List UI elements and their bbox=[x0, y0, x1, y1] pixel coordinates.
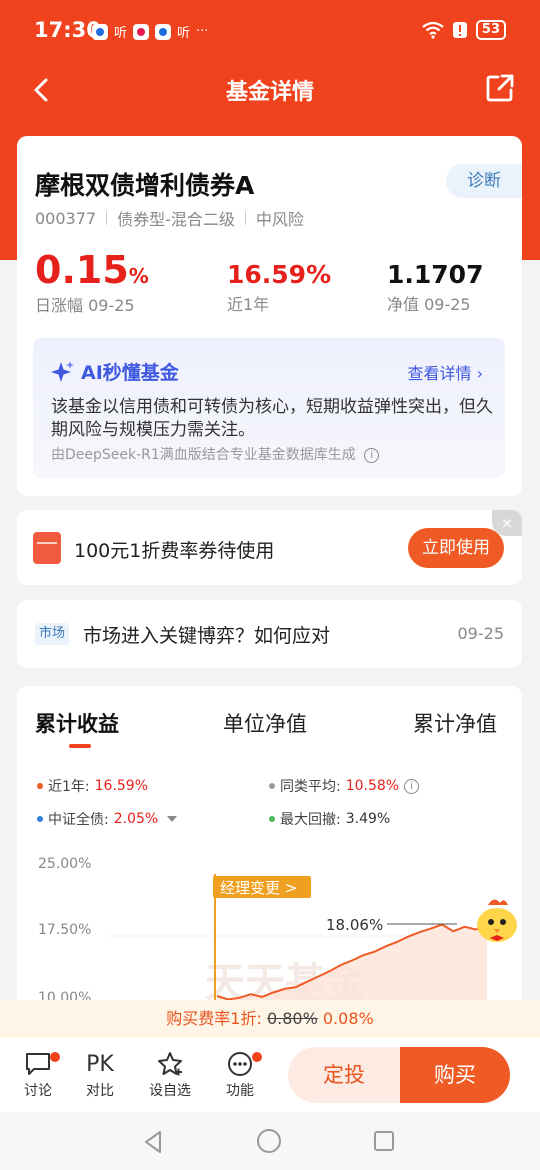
info-icon: i bbox=[364, 447, 380, 463]
nav-bar: 基金详情 bbox=[0, 62, 540, 118]
legend-drawdown: 最大回撤: 3.49% bbox=[269, 809, 390, 829]
notification-dot bbox=[50, 1052, 60, 1062]
app-notification-icon bbox=[155, 23, 172, 40]
nav-label: 净值 09-25 bbox=[387, 295, 471, 314]
ai-body-text: 该基金以信用债和可转债为核心，短期收益弹性突出，但久期风险与规模压力需关注。 bbox=[51, 397, 493, 440]
alert-icon bbox=[452, 22, 467, 38]
dropdown-icon bbox=[167, 816, 178, 822]
chat-icon bbox=[26, 1053, 50, 1075]
fund-code: 000377 bbox=[35, 208, 97, 228]
year-return-label: 近1年 bbox=[227, 295, 270, 314]
chevron-right-icon: › bbox=[476, 364, 483, 383]
close-icon[interactable]: × bbox=[492, 510, 522, 536]
news-title: 市场进入关键博弈？如何应对 bbox=[83, 625, 331, 647]
y-tick-label: 17.50% bbox=[38, 922, 91, 938]
fund-card: 摩根双债增利债券A 诊断 000377 债券型-混合二级 中风险 0.15% 日… bbox=[17, 136, 522, 496]
nav-metric: 1.1707 净值 09-25 bbox=[387, 248, 483, 315]
active-tab-indicator bbox=[69, 744, 91, 748]
tab-cumulative-return[interactable]: 累计收益 bbox=[35, 708, 119, 738]
fee-new: 0.08% bbox=[322, 1009, 374, 1028]
battery-icon: 53 bbox=[475, 20, 506, 40]
red-envelope-icon bbox=[33, 532, 61, 564]
legend-dot bbox=[37, 816, 43, 822]
coupon-card: 100元1折费率券待使用 立即使用 × bbox=[17, 510, 522, 585]
status-bar: 17:30 听 听 ··· 53 bbox=[0, 0, 540, 62]
ai-footer: 由DeepSeek-R1满血版结合专业基金数据库生成 i bbox=[51, 444, 380, 464]
legend-year: 近1年: 16.59% bbox=[37, 776, 148, 796]
ai-detail-link[interactable]: 查看详情 › bbox=[407, 360, 483, 384]
news-tag: 市场 bbox=[35, 623, 70, 645]
daily-change-label: 日涨幅 09-25 bbox=[35, 296, 135, 315]
manager-change-label: 经理变更 > bbox=[220, 879, 297, 897]
system-nav-bar bbox=[0, 1112, 540, 1170]
app-notification-icon bbox=[133, 23, 150, 40]
more-icon bbox=[228, 1052, 252, 1076]
ai-title: AI秒懂基金 bbox=[51, 358, 179, 385]
system-recent-icon[interactable] bbox=[374, 1131, 394, 1151]
year-return-value: 16.59% bbox=[227, 260, 332, 289]
legend-dot bbox=[269, 816, 275, 822]
status-right: 53 bbox=[422, 20, 506, 40]
fee-label: 购买费率1折: bbox=[166, 1009, 262, 1028]
sparkle-icon bbox=[51, 360, 74, 382]
watchlist-button[interactable]: 设自选 bbox=[145, 1048, 195, 1100]
buy-button[interactable]: 购买 bbox=[400, 1047, 510, 1103]
pk-icon: PK bbox=[86, 1051, 114, 1077]
notification-icons: 听 听 ··· bbox=[92, 22, 208, 41]
star-icon bbox=[158, 1052, 182, 1076]
year-return-metric: 16.59% 近1年 bbox=[227, 248, 331, 315]
status-time: 17:30 bbox=[34, 18, 101, 42]
fund-name: 摩根双债增利债券A bbox=[35, 171, 255, 200]
discuss-button[interactable]: 讨论 bbox=[13, 1048, 63, 1100]
system-back-icon[interactable] bbox=[142, 1130, 164, 1154]
function-button[interactable]: 功能 bbox=[215, 1048, 265, 1100]
news-card[interactable]: 市场 市场进入关键博弈？如何应对 09-25 bbox=[17, 600, 522, 668]
news-date: 09-25 bbox=[457, 624, 505, 643]
share-icon[interactable] bbox=[484, 72, 516, 104]
compare-button[interactable]: PK 对比 bbox=[75, 1048, 125, 1100]
legend-dot bbox=[37, 783, 43, 789]
nav-value: 1.1707 bbox=[387, 260, 484, 289]
use-coupon-button[interactable]: 立即使用 bbox=[408, 528, 504, 568]
more-notifications-icon: ··· bbox=[196, 24, 209, 39]
legend-average: 同类平均: 10.58% i bbox=[269, 776, 420, 796]
daily-change-value: 0.15% bbox=[35, 248, 149, 292]
legend-benchmark[interactable]: 中证全债: 2.05% bbox=[37, 809, 178, 829]
fund-meta: 000377 债券型-混合二级 中风险 bbox=[35, 206, 304, 230]
fund-type: 债券型-混合二级 bbox=[117, 210, 235, 229]
system-home-icon[interactable] bbox=[257, 1129, 281, 1153]
mascot-icon[interactable] bbox=[470, 893, 524, 947]
auto-invest-button[interactable]: 定投 bbox=[288, 1047, 400, 1103]
return-chart[interactable]: 25.00% 17.50% 10.00% 天天基金 经理变更 > 18.06% bbox=[17, 846, 522, 1006]
fund-risk: 中风险 bbox=[255, 210, 304, 229]
ai-summary-box[interactable]: AI秒懂基金 查看详情 › 该基金以信用债和可转债为核心，短期收益弹性突出，但久… bbox=[33, 338, 505, 478]
daily-change-metric: 0.15% 日涨幅 09-25 bbox=[35, 248, 149, 316]
diagnose-button[interactable]: 诊断 bbox=[446, 164, 522, 198]
notification-text: 听 bbox=[177, 26, 191, 41]
notification-text: 听 bbox=[114, 26, 128, 41]
y-tick-label: 25.00% bbox=[38, 856, 91, 872]
notification-dot bbox=[252, 1052, 262, 1062]
legend-dot bbox=[269, 783, 275, 789]
tab-cumulative-nav[interactable]: 累计净值 bbox=[413, 708, 497, 738]
page-title: 基金详情 bbox=[225, 80, 314, 105]
app-notification-icon bbox=[92, 23, 108, 40]
coupon-text: 100元1折费率券待使用 bbox=[74, 540, 275, 562]
bottom-action-bar: 讨论 PK 对比 设自选 功能 定投 购买 bbox=[0, 1038, 540, 1112]
fee-old: 0.80% bbox=[266, 1009, 318, 1028]
fee-bar: 购买费率1折: 0.80% 0.08% bbox=[0, 1000, 540, 1038]
info-icon[interactable]: i bbox=[404, 778, 420, 794]
tab-unit-nav[interactable]: 单位净值 bbox=[223, 708, 307, 738]
peak-label: 18.06% bbox=[326, 916, 383, 934]
wifi-icon bbox=[422, 21, 444, 39]
